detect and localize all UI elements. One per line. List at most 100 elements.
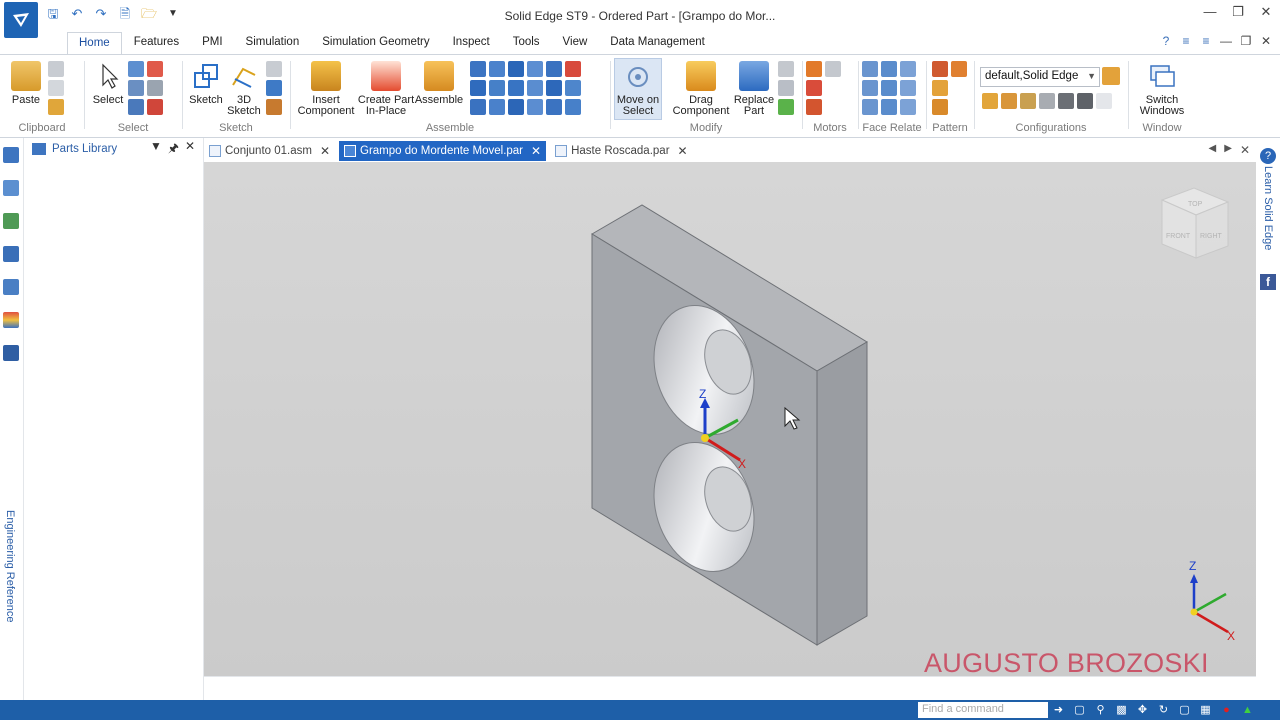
- graphics-viewport[interactable]: Z X TOP FRONT RIGHT Z X AUGUSTO BROZOSKI: [204, 162, 1256, 676]
- find-command-input[interactable]: Find a command: [918, 702, 1048, 718]
- doc-tab-close-icon[interactable]: ✕: [678, 144, 688, 158]
- disperse-icon[interactable]: [778, 80, 794, 96]
- sketch-relations-icon[interactable]: [266, 80, 282, 96]
- mdi-close-icon[interactable]: ✕: [1258, 34, 1274, 50]
- select-set-icon[interactable]: [147, 99, 163, 115]
- face-tangent-icon[interactable]: [900, 80, 916, 96]
- simulate-motor-icon[interactable]: [825, 61, 841, 77]
- layers-icon[interactable]: [3, 213, 19, 229]
- face-horizontal-icon[interactable]: [862, 99, 878, 115]
- doc-tab-close-icon[interactable]: ✕: [320, 144, 330, 158]
- assemble-button[interactable]: Assemble: [414, 59, 464, 106]
- replace-part-button[interactable]: Replace Part: [730, 59, 778, 117]
- angle-icon[interactable]: [565, 61, 581, 77]
- copy-icon[interactable]: [48, 80, 64, 96]
- mate-icon[interactable]: [470, 61, 486, 77]
- insert-component-button[interactable]: Insert Component: [296, 59, 356, 117]
- config-manager-icon[interactable]: [1102, 67, 1120, 85]
- upload-icon[interactable]: ▲: [1239, 702, 1256, 718]
- tab-scroll-left-icon[interactable]: ◀: [1209, 143, 1217, 157]
- view-orientation-icon[interactable]: ▢: [1176, 702, 1193, 718]
- engineering-reference-label[interactable]: Engineering Reference: [4, 510, 16, 623]
- parallel-icon[interactable]: [527, 61, 543, 77]
- flash-fit-icon[interactable]: [508, 99, 524, 115]
- switch-windows-button[interactable]: Switch Windows: [1134, 59, 1190, 117]
- motor-icon[interactable]: [806, 61, 822, 77]
- doc-tab-close-icon[interactable]: ✕: [531, 144, 541, 158]
- facebook-icon[interactable]: f: [1260, 274, 1276, 290]
- mdi-minimize-icon[interactable]: —: [1218, 34, 1234, 50]
- tab-home[interactable]: Home: [67, 32, 122, 54]
- config-icon-1[interactable]: [982, 93, 998, 109]
- tab-view[interactable]: View: [552, 32, 599, 54]
- tab-scroll-right-icon[interactable]: ▶: [1224, 143, 1232, 157]
- select-region-icon[interactable]: [128, 99, 144, 115]
- path-icon[interactable]: [527, 80, 543, 96]
- doc-tab-active[interactable]: Grampo do Mordente Movel.par ✕: [339, 141, 547, 161]
- format-painter-icon[interactable]: [48, 99, 64, 115]
- ribbon-layout-icon[interactable]: ≡: [1198, 34, 1214, 50]
- ground-icon[interactable]: [470, 99, 486, 115]
- zoom-icon[interactable]: ⚲: [1092, 702, 1109, 718]
- tangent-icon[interactable]: [470, 80, 486, 96]
- pattern-icon[interactable]: [932, 61, 948, 77]
- tab-data-management[interactable]: Data Management: [599, 32, 716, 54]
- learn-help-icon[interactable]: ?: [1260, 148, 1276, 164]
- block-side-face[interactable]: [816, 341, 868, 646]
- doc-tab[interactable]: Haste Roscada.par ✕: [550, 141, 693, 161]
- face-parallel-icon[interactable]: [862, 80, 878, 96]
- configuration-select[interactable]: default,Solid Edge ▼: [980, 67, 1100, 87]
- tab-simulation[interactable]: Simulation: [235, 32, 311, 54]
- select-button[interactable]: Select: [90, 59, 126, 106]
- select-tools-icon[interactable]: [147, 61, 163, 77]
- pattern-options-icon[interactable]: [932, 99, 948, 115]
- help-icon[interactable]: ?: [1158, 34, 1174, 50]
- mirror-icon[interactable]: [951, 61, 967, 77]
- learn-solid-edge-label[interactable]: Learn Solid Edge: [1262, 166, 1274, 250]
- rigid-set-icon[interactable]: [489, 99, 505, 115]
- drag-component-button[interactable]: Drag Component: [666, 59, 736, 117]
- color-manager-icon[interactable]: [3, 312, 19, 328]
- pin-icon[interactable]: 🖈: [168, 139, 179, 160]
- tab-features[interactable]: Features: [123, 32, 190, 54]
- select-filter-icon[interactable]: [128, 61, 144, 77]
- tab-tools[interactable]: Tools: [502, 32, 551, 54]
- pane-close-icon[interactable]: ✕: [185, 139, 195, 160]
- sensors-icon[interactable]: [3, 279, 19, 295]
- paste-button[interactable]: Paste: [8, 59, 44, 106]
- close-icon[interactable]: ✕: [1252, 4, 1280, 20]
- sketch-edit-icon[interactable]: [266, 99, 282, 115]
- face-coplanar-icon[interactable]: [862, 61, 878, 77]
- match-coordinate-icon[interactable]: [546, 80, 562, 96]
- create-part-in-place-button[interactable]: Create Part In-Place: [356, 59, 416, 117]
- config-icon-4[interactable]: [1039, 93, 1055, 109]
- gear-relation-icon[interactable]: [508, 80, 524, 96]
- engineering-reference-icon[interactable]: [3, 345, 19, 361]
- face-aligned-icon[interactable]: [881, 99, 897, 115]
- axial-align-icon[interactable]: [508, 61, 524, 77]
- center-plane-icon[interactable]: [565, 80, 581, 96]
- shading-icon[interactable]: ▦: [1197, 702, 1214, 718]
- capture-fit-icon[interactable]: [565, 99, 581, 115]
- mdi-restore-icon[interactable]: ❐: [1238, 34, 1254, 50]
- cut-icon[interactable]: [48, 61, 64, 77]
- view-cube[interactable]: TOP FRONT RIGHT: [1160, 187, 1230, 259]
- config-icon-2[interactable]: [1001, 93, 1017, 109]
- face-offset-icon[interactable]: [900, 99, 916, 115]
- run-command-icon[interactable]: ➜: [1050, 702, 1067, 718]
- planar-align-icon[interactable]: [489, 61, 505, 77]
- 3d-sketch-button[interactable]: 3D Sketch: [226, 59, 262, 117]
- cam-icon[interactable]: [489, 80, 505, 96]
- sketch-copy-icon[interactable]: [266, 61, 282, 77]
- pattern-relation-icon[interactable]: [546, 99, 562, 115]
- pan-icon[interactable]: ✥: [1134, 702, 1151, 718]
- pane-menu-icon[interactable]: ▼: [150, 139, 162, 160]
- parts-library-tab-icon[interactable]: [3, 147, 19, 163]
- fit-view-icon[interactable]: ▢: [1071, 702, 1088, 718]
- face-perpendicular-icon[interactable]: [881, 80, 897, 96]
- relationship-icon[interactable]: [527, 99, 543, 115]
- doc-tab[interactable]: Conjunto 01.asm ✕: [204, 141, 335, 161]
- ribbon-options-icon[interactable]: ≡: [1178, 34, 1194, 50]
- face-concentric-icon[interactable]: [881, 61, 897, 77]
- transfer-icon[interactable]: [778, 61, 794, 77]
